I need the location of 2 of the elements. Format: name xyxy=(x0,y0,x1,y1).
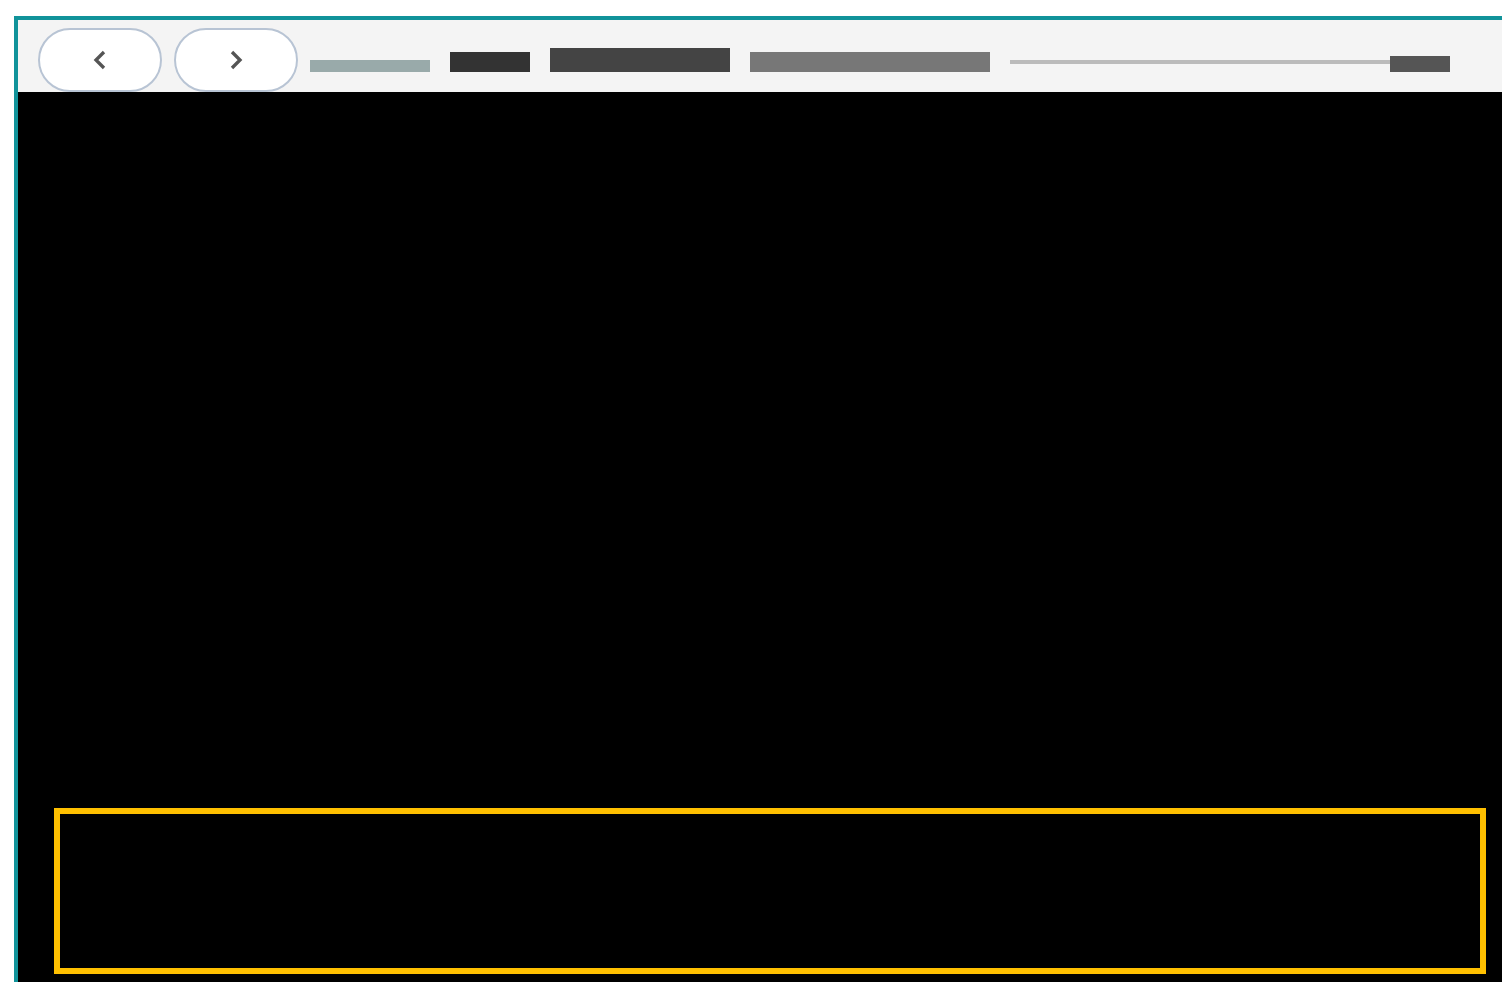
forward-button[interactable] xyxy=(174,28,298,92)
back-button[interactable] xyxy=(38,28,162,92)
